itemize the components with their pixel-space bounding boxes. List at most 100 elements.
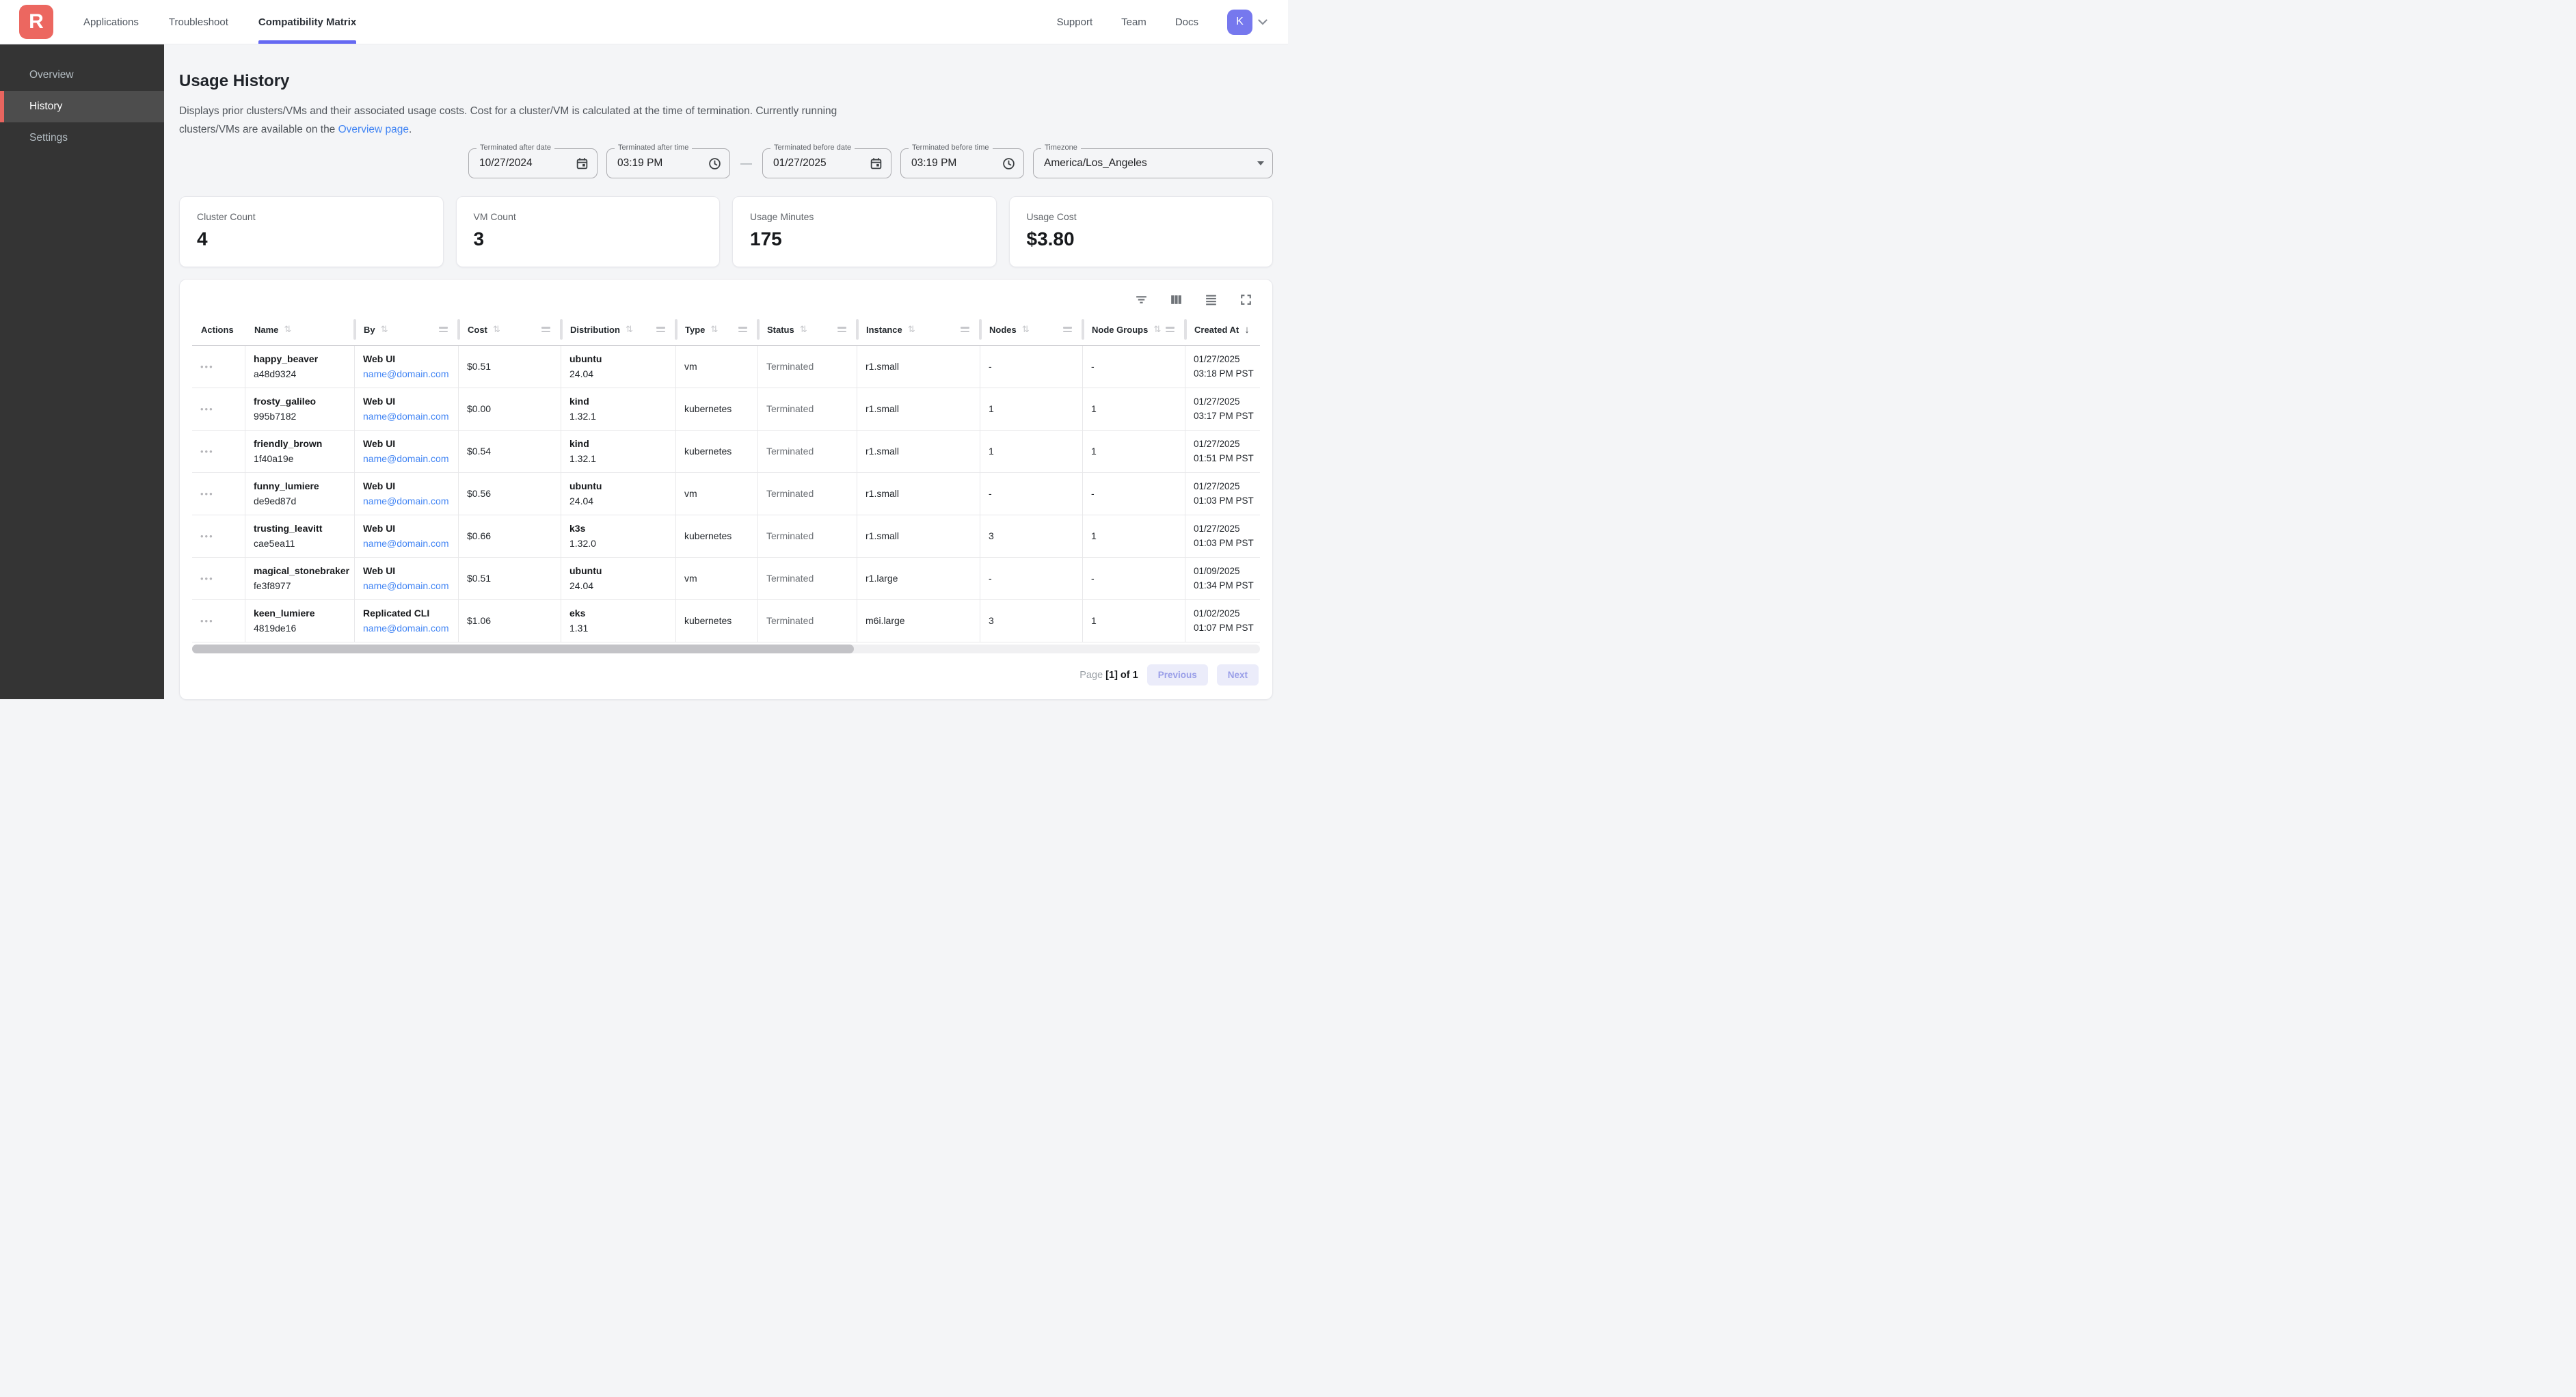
page-indicator: Page [1] of 1 [1079,670,1138,681]
node-groups-value: 1 [1091,444,1177,459]
cost-value: $0.56 [467,487,552,502]
timezone-select[interactable]: Timezone America/Los_Angeles [1033,148,1273,178]
sidebar-item-overview[interactable]: Overview [0,59,164,91]
created-time: 03:18 PM PST [1194,367,1252,381]
sort-arrows-icon[interactable]: ⇅ [381,324,388,335]
distribution-name: ubuntu [569,564,667,579]
created-by-email-link[interactable]: name@domain.com [363,621,450,636]
nav-item-support[interactable]: Support [1057,16,1093,28]
column-header-instance[interactable]: Instance ⇅ [857,314,980,345]
column-header-distribution[interactable]: Distribution ⇅ [561,314,676,345]
type-value: kubernetes [684,402,749,417]
columns-icon[interactable] [1168,291,1185,308]
column-menu-icon[interactable] [1063,327,1072,332]
sort-desc-icon[interactable]: ↓ [1244,324,1250,336]
terminated-after-time-field[interactable]: Terminated after time 03:19 PM [606,148,730,178]
nodes-value: 1 [989,402,1074,417]
sort-arrows-icon[interactable]: ⇅ [493,324,500,335]
cell-status: Terminated [758,600,857,642]
sort-arrows-icon[interactable]: ⇅ [800,324,807,335]
distribution-name: ubuntu [569,352,667,367]
sort-arrows-icon[interactable]: ⇅ [284,324,291,335]
sort-arrows-icon[interactable]: ⇅ [1022,324,1030,335]
scrollbar-thumb[interactable] [192,645,854,653]
column-header-status[interactable]: Status ⇅ [758,314,857,345]
nodes-value: - [989,360,1074,375]
created-by-email-link[interactable]: name@domain.com [363,452,450,467]
column-menu-icon[interactable] [961,327,969,332]
column-header-node-groups[interactable]: Node Groups ⇅ [1083,314,1185,345]
terminated-before-time-field[interactable]: Terminated before time 03:19 PM [900,148,1024,178]
column-header-created-at[interactable]: Created At ↓ [1185,314,1260,345]
cell-instance: r1.small [857,473,980,515]
column-header-name[interactable]: Name ⇅ [245,314,355,345]
nav-right: Support Team Docs K [1057,10,1288,35]
cell-type: vm [676,346,758,388]
instance-value: r1.small [866,444,971,459]
sort-arrows-icon[interactable]: ⇅ [710,324,718,335]
created-by-email-link[interactable]: name@domain.com [363,537,450,552]
terminated-after-date-field[interactable]: Terminated after date 10/27/2024 [468,148,598,178]
column-menu-icon[interactable] [656,327,665,332]
row-actions-button[interactable]: ••• [200,489,214,498]
row-actions-button[interactable]: ••• [200,532,214,541]
fullscreen-icon[interactable] [1237,291,1255,308]
cost-value: $0.66 [467,529,552,544]
sort-arrows-icon[interactable]: ⇅ [626,324,633,335]
created-by-email-link[interactable]: name@domain.com [363,409,450,424]
sort-arrows-icon[interactable]: ⇅ [1153,324,1161,335]
row-actions-button[interactable]: ••• [200,447,214,456]
sidebar-item-settings[interactable]: Settings [0,122,164,154]
calendar-icon[interactable] [860,157,883,170]
column-menu-icon[interactable] [1166,327,1175,332]
clock-icon[interactable] [699,157,721,170]
node-groups-value: - [1091,360,1177,375]
account-menu[interactable]: K [1227,10,1267,35]
sidebar-item-history[interactable]: History [0,91,164,122]
cell-created-at: 01/02/2025 01:07 PM PST [1185,600,1260,642]
cluster-id: a48d9324 [254,367,346,382]
cell-cost: $0.51 [459,558,561,599]
caret-down-icon[interactable] [1248,161,1264,165]
overview-page-link[interactable]: Overview page [338,124,409,135]
sort-arrows-icon[interactable]: ⇅ [908,324,915,335]
column-menu-icon[interactable] [439,327,448,332]
field-value: 01/27/2025 [773,157,827,169]
nav-item-docs[interactable]: Docs [1175,16,1198,28]
row-actions-button[interactable]: ••• [200,574,214,583]
column-header-cost[interactable]: Cost ⇅ [459,314,561,345]
cell-status: Terminated [758,515,857,557]
avatar[interactable]: K [1227,10,1252,35]
nav-item-team[interactable]: Team [1121,16,1146,28]
cost-value: $0.54 [467,444,552,459]
next-page-button[interactable]: Next [1217,664,1259,686]
nav-item-applications[interactable]: Applications [83,0,139,44]
column-header-nodes[interactable]: Nodes ⇅ [980,314,1083,345]
column-menu-icon[interactable] [738,327,747,332]
distribution-version: 1.32.0 [569,537,667,552]
created-by-email-link[interactable]: name@domain.com [363,367,450,382]
row-actions-button[interactable]: ••• [200,405,214,413]
density-icon[interactable] [1203,291,1220,308]
row-actions-button[interactable]: ••• [200,616,214,625]
nav-item-troubleshoot[interactable]: Troubleshoot [169,0,228,44]
column-header-type[interactable]: Type ⇅ [676,314,758,345]
calendar-icon[interactable] [566,157,589,170]
row-actions-button[interactable]: ••• [200,362,214,371]
horizontal-scrollbar[interactable] [192,645,1260,653]
terminated-before-date-field[interactable]: Terminated before date 01/27/2025 [762,148,891,178]
cell-name: keen_lumiere 4819de16 [245,600,355,642]
nav-item-compatibility-matrix[interactable]: Compatibility Matrix [258,0,356,44]
created-by-email-link[interactable]: name@domain.com [363,579,450,594]
filter-icon[interactable] [1133,291,1150,308]
previous-page-button[interactable]: Previous [1147,664,1208,686]
column-header-by[interactable]: By ⇅ [355,314,459,345]
cluster-id: 995b7182 [254,409,346,424]
clock-icon[interactable] [993,157,1015,170]
column-menu-icon[interactable] [837,327,846,332]
cell-by: Replicated CLI name@domain.com [355,600,459,642]
column-menu-icon[interactable] [541,327,550,332]
field-value: 10/27/2024 [479,157,533,169]
replicated-logo[interactable]: R [19,5,53,39]
created-by-email-link[interactable]: name@domain.com [363,494,450,509]
